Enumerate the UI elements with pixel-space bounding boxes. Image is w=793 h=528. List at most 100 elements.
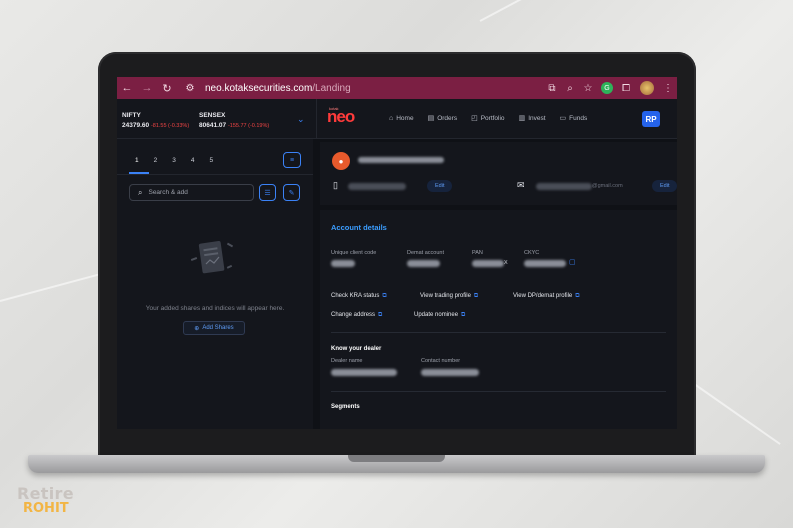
home-icon: ⌂ [389,114,394,122]
extension-icon[interactable]: G [601,82,613,94]
view-dp-profile-link[interactable]: View DP/demat profile ⧉ [513,293,580,300]
browser-profile-avatar[interactable] [640,81,654,95]
watchlist-tab[interactable]: 1 [135,157,139,164]
watchlist-search-input[interactable]: ⌕ Search & add [129,184,254,201]
menu-funds[interactable]: ▭ Funds [559,114,588,123]
watermark-logo: Retire ROHIT [17,484,74,516]
edit-pencil-icon[interactable]: ✎ [283,184,300,201]
site-settings-icon[interactable]: ⚙ [181,83,199,94]
profile-card: ● ▯ Edit ✉ @gmail.com Edit [320,142,677,205]
contact-number-label: Contact number [421,358,461,364]
watchlist-tab[interactable]: 2 [154,157,158,164]
chevron-down-icon[interactable]: ⌄ [297,114,305,125]
redacted-dealer-name [331,369,397,376]
laptop-screen: ← → ↻ ⚙ neo.kotaksecurities.com/Landing … [117,77,677,429]
ticker-nifty[interactable]: NIFTY 24379.60 -81.55 (-0.33%) [122,111,189,132]
redacted-client-code [331,260,355,267]
menu-portfolio[interactable]: ◰ Portfolio [471,114,504,123]
watchlist-tab[interactable]: 5 [210,157,214,164]
divider [331,332,666,333]
account-details-title: Account details [331,223,387,232]
ticker-name: NIFTY [122,112,141,119]
filter-icon[interactable]: ☰ [259,184,276,201]
orders-icon: ▤ [427,115,435,122]
reload-icon[interactable]: ↻ [157,82,177,95]
watchlist-tab[interactable]: 3 [172,157,176,164]
phone-icon: ▯ [333,180,338,190]
external-link-icon: ⧉ [382,293,387,299]
field-label-demat: Demat account [407,250,444,256]
back-icon[interactable]: ← [117,82,137,94]
search-icon: ⌕ [138,187,143,197]
paper-crease [689,380,781,445]
mail-icon: ✉ [517,180,525,190]
menu-orders[interactable]: ▤ Orders [427,114,458,123]
edit-phone-button[interactable]: Edit [427,180,453,192]
paper-crease [479,0,746,22]
know-your-dealer-title: Know your dealer [331,346,382,352]
menu-invest[interactable]: ▥ Invest [518,114,546,123]
menu-home[interactable]: ⌂ Home [389,114,414,122]
add-shares-button[interactable]: ⊕ Add Shares [183,321,245,335]
external-link-icon: ⧉ [575,293,580,299]
browser-bar: ← → ↻ ⚙ neo.kotaksecurities.com/Landing … [117,77,677,99]
watchlist-tabs: 1 2 3 4 5 [135,157,213,164]
field-label-client-code: Unique client code [331,250,377,256]
empty-watchlist-illustration [190,241,234,274]
field-label-ckyc: CKYC [524,250,540,256]
zoom-icon[interactable]: ⌕ [561,83,579,94]
extensions-puzzle-icon[interactable]: ⧠ [617,83,635,94]
external-link-icon: ⧉ [461,312,466,318]
divider [316,99,317,139]
watchlist-manage-icon[interactable]: ≡ [283,152,301,168]
redacted-email [536,183,592,190]
redacted-ckyc [524,260,566,267]
user-avatar[interactable]: RP [642,111,660,127]
watchlist-tab[interactable]: 4 [191,157,195,164]
check-kra-status-link[interactable]: Check KRA status ⧉ [331,293,387,300]
redacted-phone [348,183,406,190]
external-link-icon: ⧉ [473,293,479,299]
external-link-icon: ⧉ [378,312,383,318]
empty-watchlist-message: Your added shares and indices will appea… [145,305,285,312]
laptop-notch [348,455,445,462]
ticker-change: -81.55 (-0.33%) [150,123,190,130]
divider [117,174,313,175]
view-trading-profile-link[interactable]: View trading profile ⧉ [420,293,478,300]
dealer-name-label: Dealer name [331,358,363,364]
edit-email-button[interactable]: Edit [652,180,677,192]
redacted-contact-number [421,369,479,376]
watchlist-panel: 1 2 3 4 5 ≡ ⌕ Search & add ☰ ✎ Your adde… [117,139,313,429]
forward-icon[interactable]: → [137,82,157,94]
url-text: neo.kotaksecurities.com/Landing [205,82,351,94]
update-nominee-link[interactable]: Update nominee ⧉ [414,312,465,319]
invest-icon: ▥ [518,115,526,122]
ticker-name: SENSEX [199,112,226,119]
copy-icon[interactable]: ▢ [569,258,576,266]
ticker-sensex[interactable]: SENSEX 80641.07 -155.77 (-0.19%) [199,111,269,132]
install-app-icon[interactable]: ⧉ [543,83,561,94]
portfolio-icon: ◰ [471,115,478,122]
plus-circle-icon: ⊕ [194,325,200,332]
account-details-card: Account details Unique client code Demat… [320,210,677,429]
divider [331,391,666,392]
ticker-value: 80641.07 [199,122,227,130]
browser-menu-icon[interactable]: ⋮ [659,83,677,94]
redacted-name [358,157,444,163]
change-address-link[interactable]: Change address ⧉ [331,312,382,319]
redacted-demat [407,260,440,267]
ticker-change: -155.77 (-0.19%) [227,123,270,130]
bookmark-star-icon[interactable]: ☆ [579,83,597,94]
email-suffix: @gmail.com [592,183,623,189]
address-bar[interactable]: ⚙ neo.kotaksecurities.com/Landing [181,80,543,96]
main-menu: ⌂ Home ▤ Orders ◰ Portfolio ▥ Invest ▭ Funds [389,114,588,123]
account-content: ● ▯ Edit ✉ @gmail.com Edit Account detai… [317,139,677,429]
field-label-pan: PAN [472,250,483,256]
pan-suffix: X [504,260,508,266]
neo-logo[interactable]: neo [327,107,355,127]
segments-title: Segments [331,404,360,410]
redacted-pan [472,260,504,267]
ticker-value: 24379.60 [122,122,150,130]
app-header: NIFTY 24379.60 -81.55 (-0.33%) SENSEX 80… [117,99,677,139]
funds-icon: ▭ [559,115,567,122]
